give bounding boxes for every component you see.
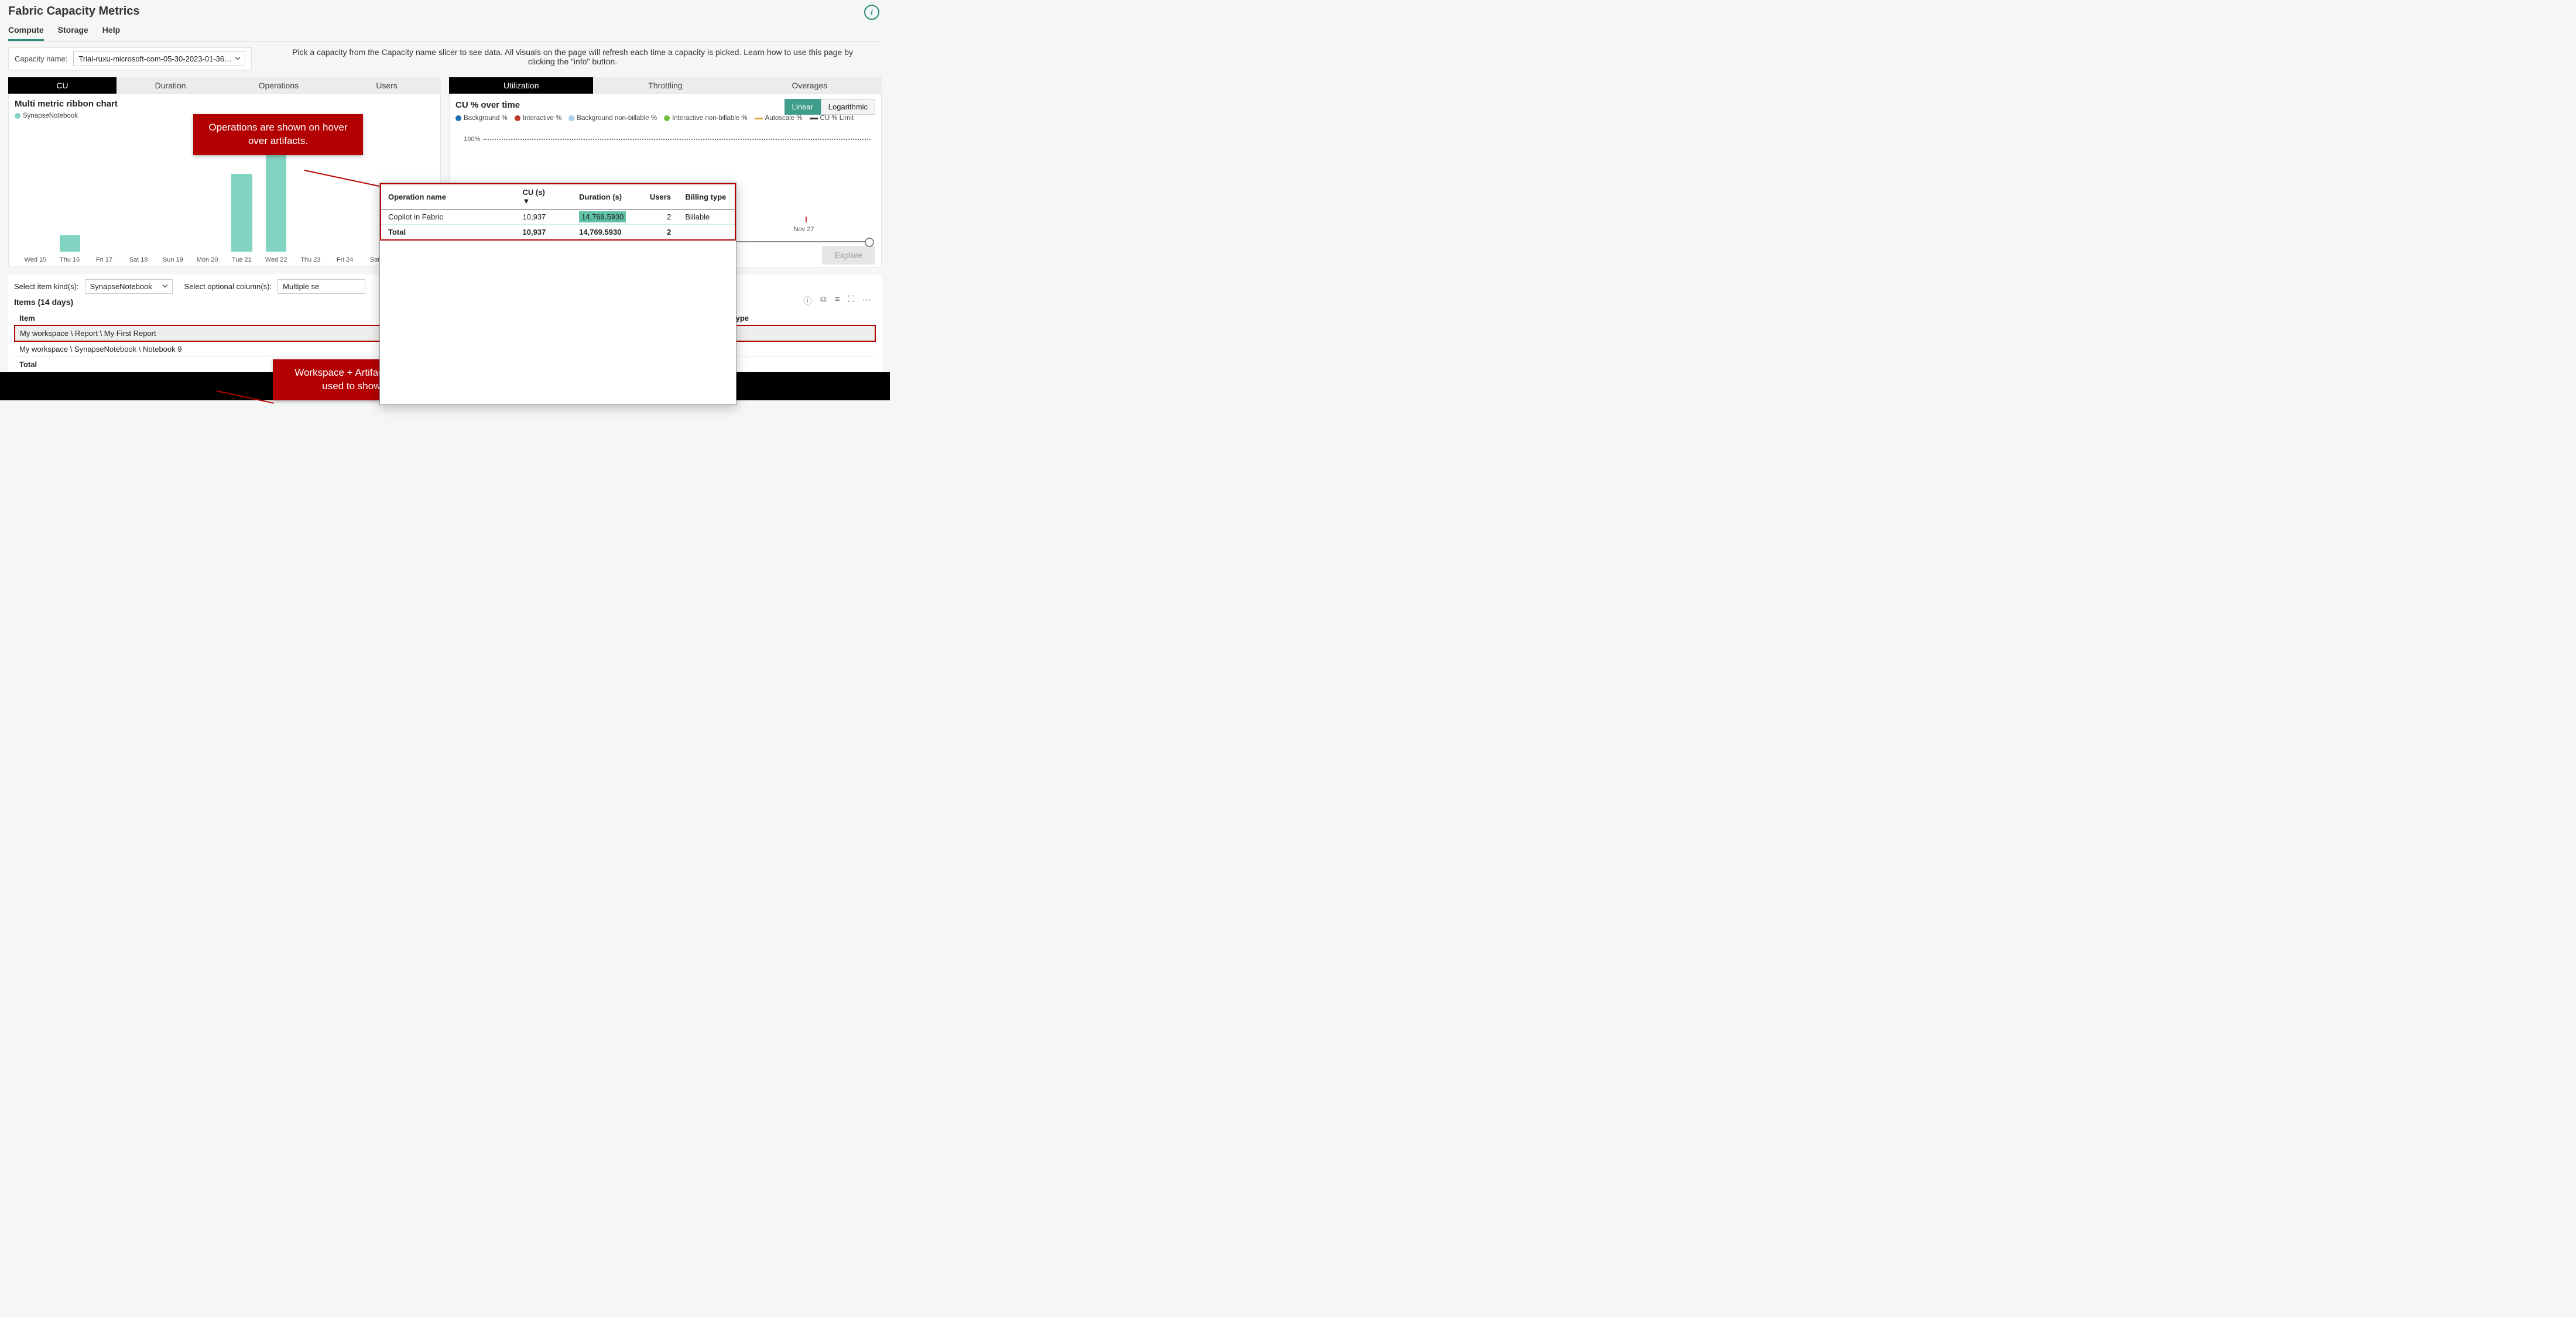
swatch-icon (455, 115, 461, 121)
top-tabs: Compute Storage Help (8, 22, 882, 42)
x-label: Thu 16 (53, 256, 87, 263)
legend-interactive: Interactive % (515, 115, 561, 122)
tab-compute[interactable]: Compute (8, 22, 44, 41)
tab-utilization[interactable]: Utilization (449, 77, 593, 94)
x-label: Wed 15 (18, 256, 53, 263)
tooltip-highlight: Operation name CU (s)▼ Duration (s) User… (380, 183, 736, 241)
tab-operations[interactable]: Operations (225, 77, 333, 94)
swatch-icon (664, 115, 670, 121)
capacity-value: Trial-ruxu-microsoft-com-05-30-2023-01-3… (78, 54, 232, 63)
tooltip-total-row: Total 10,937 14,769.5930 2 (381, 225, 735, 240)
bar[interactable] (60, 235, 80, 252)
logarithmic-button[interactable]: Logarithmic (821, 99, 875, 115)
scale-toggle: Linear Logarithmic (785, 99, 875, 115)
tt-col-bill: Billing type (678, 184, 735, 210)
left-panel: CU Duration Operations Users Multi metri… (8, 77, 441, 267)
cu-legend: Background % Interactive % Background no… (455, 115, 875, 122)
legend-cu-limit: CU % Limit (810, 115, 854, 122)
optional-cols-label: Select optional column(s): (184, 282, 272, 291)
legend-interactive-nonbillable: Interactive non-billable % (664, 115, 748, 122)
tab-duration[interactable]: Duration (117, 77, 225, 94)
legend-background: Background % (455, 115, 508, 122)
col-item[interactable]: Item (15, 311, 393, 325)
tab-storage[interactable]: Storage (58, 22, 88, 41)
cu-limit-line (484, 139, 871, 140)
x-axis: Wed 15Thu 16Fri 17Sat 18Sun 19Mon 20Tue … (15, 256, 434, 263)
x-label: Thu 23 (293, 256, 328, 263)
copy-icon[interactable]: ⧉ (820, 294, 827, 307)
item-kind-dropdown[interactable]: SynapseNotebook (85, 279, 173, 294)
filter-icon[interactable]: ≡ (835, 294, 840, 307)
x-label: Fri 24 (328, 256, 362, 263)
x-label: Mon 20 (190, 256, 225, 263)
tt-col-cu: CU (s)▼ (516, 184, 573, 210)
swatch-icon (568, 115, 574, 121)
bar[interactable] (266, 140, 286, 252)
bar-slot (53, 235, 87, 252)
left-tab-strip: CU Duration Operations Users (8, 77, 441, 94)
sort-desc-icon: ▼ (523, 197, 530, 205)
chevron-down-icon (162, 282, 169, 291)
annotation-operations: Operations are shown on hover over artif… (193, 114, 363, 155)
tt-col-dur: Duration (s) (572, 184, 643, 210)
explore-button[interactable]: Explore (822, 246, 875, 265)
bar-slot (225, 174, 259, 252)
swatch-icon (15, 113, 20, 119)
line-icon (810, 118, 818, 119)
more-icon[interactable]: ⋯ (862, 294, 871, 307)
y-label-100: 100% (464, 136, 480, 143)
optional-cols-dropdown[interactable]: Multiple se (278, 279, 365, 294)
tooltip-table: Operation name CU (s)▼ Duration (s) User… (381, 184, 735, 239)
help-icon[interactable]: ⓘ (803, 294, 812, 307)
operation-tooltip: Operation name CU (s)▼ Duration (s) User… (379, 183, 737, 405)
tab-help[interactable]: Help (102, 22, 120, 41)
legend-autoscale: Autoscale % (755, 115, 803, 122)
bar-slot (259, 140, 293, 252)
linear-button[interactable]: Linear (785, 99, 821, 115)
tooltip-row: Copilot in Fabric 10,937 14,769.5930 2 B… (381, 210, 735, 225)
slicer-row: Capacity name: Trial-ruxu-microsoft-com-… (8, 47, 882, 70)
page-title: Fabric Capacity Metrics (8, 5, 882, 18)
swatch-icon (515, 115, 520, 121)
line-icon (755, 118, 763, 119)
right-tab-strip: Utilization Throttling Overages (449, 77, 882, 94)
x-label: Tue 21 (225, 256, 259, 263)
ribbon-chart-title: Multi metric ribbon chart (15, 99, 434, 109)
tab-throttling[interactable]: Throttling (593, 77, 737, 94)
tt-col-users: Users (643, 184, 678, 210)
x-label: Wed 22 (259, 256, 293, 263)
item-kind-label: Select item kind(s): (14, 282, 79, 291)
tab-overages[interactable]: Overages (738, 77, 882, 94)
tt-col-op: Operation name (381, 184, 516, 210)
tab-users[interactable]: Users (333, 77, 441, 94)
legend-bg-nonbillable: Background non-billable % (568, 115, 657, 122)
capacity-slicer: Capacity name: Trial-ruxu-microsoft-com-… (8, 47, 252, 70)
x-label: Fri 17 (87, 256, 122, 263)
tab-cu[interactable]: CU (8, 77, 117, 94)
info-icon[interactable]: i (864, 5, 879, 20)
tick-icon (806, 217, 807, 222)
capacity-label: Capacity name: (15, 54, 67, 63)
capacity-dropdown[interactable]: Trial-ruxu-microsoft-com-05-30-2023-01-3… (73, 52, 245, 66)
chevron-down-icon (234, 54, 241, 63)
x-label: Sun 19 (156, 256, 190, 263)
helper-text: Pick a capacity from the Capacity name s… (263, 47, 882, 66)
focus-mode-icon[interactable]: ⛶ (848, 294, 854, 307)
bar[interactable] (231, 174, 252, 252)
x-label: Sat 18 (121, 256, 156, 263)
legend-synapsenotebook: SynapseNotebook (15, 112, 78, 119)
cu-chart-title: CU % over time (455, 100, 520, 110)
visual-toolbar: ⓘ ⧉ ≡ ⛶ ⋯ (803, 294, 871, 307)
